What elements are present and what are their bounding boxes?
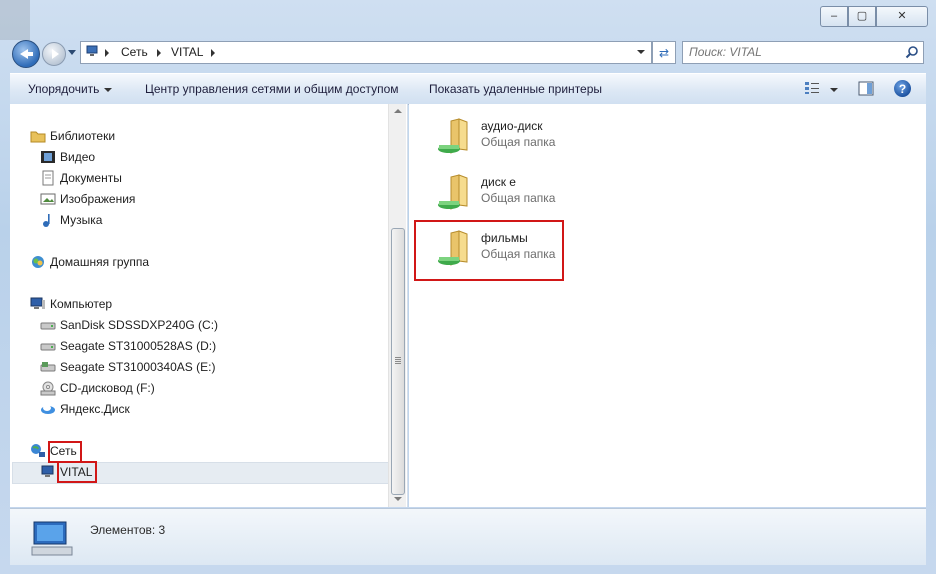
- highlight-frame: [57, 461, 97, 483]
- scroll-down-icon[interactable]: [389, 493, 406, 505]
- tree-item-drive-c[interactable]: SanDisk SDSSDXP240G (C:): [40, 317, 250, 335]
- tree-item-label: Яндекс.Диск: [60, 402, 130, 416]
- network-computer-icon: [41, 465, 54, 477]
- tree-item-libraries[interactable]: Библиотеки: [30, 128, 230, 146]
- tree-item-label: Компьютер: [50, 297, 113, 311]
- close-icon: ✕: [897, 10, 907, 22]
- list-item[interactable]: аудио-диск Общая папка: [419, 109, 569, 161]
- search-input[interactable]: [683, 42, 895, 61]
- shared-folder-icon: [438, 174, 468, 210]
- tree-item-label: Библиотеки: [50, 129, 116, 143]
- video-library-icon: [41, 151, 55, 163]
- tree-item-label: Изображения: [60, 192, 136, 206]
- scroll-up-icon[interactable]: [389, 106, 406, 118]
- breadcrumb-vital[interactable]: VITAL: [171, 45, 203, 59]
- search-box[interactable]: [682, 41, 924, 64]
- tree-item-label: Музыка: [60, 213, 103, 227]
- music-library-icon: [43, 214, 50, 227]
- cd-drive-icon: [40, 381, 56, 396]
- nav-pane-scrollbar[interactable]: [388, 104, 406, 507]
- folder-type: Общая папка: [481, 191, 556, 205]
- view-options-icon[interactable]: [804, 81, 820, 95]
- folder-type: Общая папка: [481, 135, 556, 149]
- search-icon[interactable]: [905, 45, 919, 59]
- homegroup-icon: [32, 256, 44, 268]
- organize-label: Упорядочить: [28, 82, 100, 96]
- folder-name: диск е: [481, 175, 516, 189]
- forward-button[interactable]: [42, 42, 66, 66]
- tree-item-video[interactable]: Видео: [40, 149, 240, 167]
- refresh-icon: ⇄: [658, 45, 670, 60]
- navigation-pane: Библиотеки Видео Документы Изображения М…: [10, 104, 408, 507]
- documents-library-icon: [42, 170, 54, 186]
- address-bar[interactable]: Сеть VITAL: [80, 41, 652, 64]
- help-icon[interactable]: ?: [894, 80, 911, 97]
- maximize-icon: ▢: [856, 10, 868, 22]
- back-button[interactable]: [12, 40, 40, 68]
- tree-item-pictures[interactable]: Изображения: [40, 191, 240, 209]
- folder-name: аудио-диск: [481, 119, 543, 133]
- shared-folder-icon: [438, 118, 468, 154]
- show-printers-button[interactable]: Показать удаленные принтеры: [429, 82, 602, 96]
- details-pane: Элементов: 3: [10, 508, 926, 565]
- yandex-disk-icon: [41, 405, 55, 414]
- chevron-down-icon: [104, 87, 113, 92]
- scrollbar-thumb[interactable]: [391, 228, 405, 495]
- chevron-right-icon[interactable]: [157, 49, 161, 57]
- hard-drive-icon: [40, 322, 56, 330]
- list-item[interactable]: диск е Общая папка: [419, 165, 569, 217]
- background-window-edge: [0, 0, 30, 40]
- tree-item-label: Seagate ST31000528AS (D:): [60, 339, 217, 353]
- tree-item-label: Видео: [60, 150, 96, 164]
- hard-drive-icon: [40, 343, 56, 351]
- organize-button[interactable]: Упорядочить: [28, 82, 113, 96]
- minimize-icon: –: [830, 10, 838, 22]
- network-computer-icon: [31, 521, 73, 556]
- item-count: Элементов: 3: [90, 523, 166, 537]
- command-bar: Упорядочить Центр управления сетями и об…: [10, 73, 926, 105]
- preview-pane-icon[interactable]: [858, 81, 874, 96]
- tree-item-computer[interactable]: Компьютер: [30, 296, 230, 314]
- tree-item-homegroup[interactable]: Домашняя группа: [30, 254, 230, 272]
- chevron-right-icon[interactable]: [211, 49, 215, 57]
- computer-icon: [30, 297, 45, 309]
- minimize-button[interactable]: –: [820, 6, 848, 27]
- tree-item-label: CD-дисковод (F:): [60, 381, 155, 395]
- highlight-frame: [414, 220, 564, 281]
- pictures-library-icon: [40, 193, 56, 205]
- network-computer-icon: [86, 45, 98, 56]
- tree-item-label: Seagate ST31000340AS (E:): [60, 360, 216, 374]
- recent-pages-dropdown[interactable]: [68, 50, 76, 55]
- breadcrumb-network[interactable]: Сеть: [121, 45, 148, 59]
- network-center-button[interactable]: Центр управления сетями и общим доступом: [145, 82, 399, 96]
- network-icon: [31, 444, 45, 457]
- address-history-dropdown-icon[interactable]: [637, 50, 645, 54]
- highlight-frame: [48, 441, 82, 463]
- libraries-icon: [30, 131, 46, 143]
- maximize-button[interactable]: ▢: [848, 6, 876, 27]
- tree-item-label: Домашняя группа: [50, 255, 150, 269]
- tree-item-drive-f[interactable]: CD-дисковод (F:): [40, 380, 250, 398]
- tree-item-documents[interactable]: Документы: [40, 170, 240, 188]
- chevron-right-icon[interactable]: [105, 49, 109, 57]
- content-pane: аудио-диск Общая папка диск е Общая папк…: [409, 104, 926, 507]
- tree-item-label: SanDisk SDSSDXP240G (C:): [60, 318, 219, 332]
- close-button[interactable]: ✕: [876, 6, 928, 27]
- tree-item-music[interactable]: Музыка: [40, 212, 240, 230]
- refresh-button[interactable]: ⇄: [652, 41, 676, 64]
- view-dropdown-icon[interactable]: [830, 88, 838, 92]
- tree-item-drive-d[interactable]: Seagate ST31000528AS (D:): [40, 338, 250, 356]
- tree-item-drive-e[interactable]: Seagate ST31000340AS (E:): [40, 359, 250, 377]
- tree-item-label: Документы: [60, 171, 122, 185]
- hard-drive-icon: [40, 362, 56, 372]
- tree-item-yandex-disk[interactable]: Яндекс.Диск: [40, 401, 250, 419]
